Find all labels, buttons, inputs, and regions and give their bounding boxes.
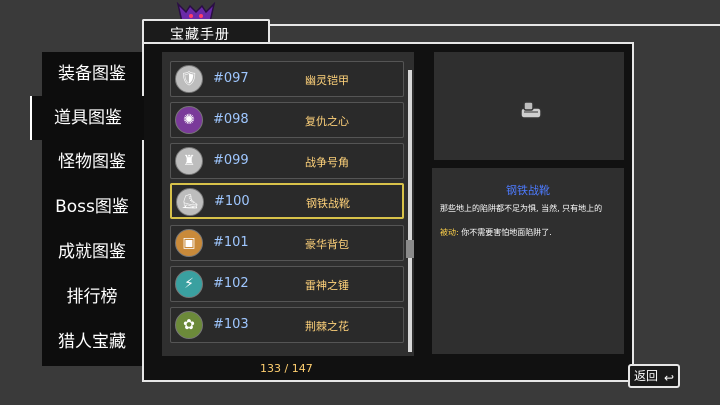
menu-item-items[interactable]: 道具图鉴 — [30, 96, 144, 140]
list-item[interactable]: ▣ #101 豪华背包 — [170, 225, 404, 261]
iron-boots-preview-icon — [520, 101, 542, 119]
list-item[interactable]: 🛡 #097 幽灵铠甲 — [170, 61, 404, 97]
item-number: #103 — [213, 317, 249, 332]
war-horn-icon: ♜ — [175, 147, 203, 175]
thor-hammer-icon: ⚡ — [175, 270, 203, 298]
item-name: 幽灵铠甲 — [305, 74, 349, 87]
return-arrow-icon: ↩ — [663, 371, 674, 385]
detail-title: 钢铁战靴 — [506, 184, 550, 197]
thorn-flower-icon: ✿ — [175, 311, 203, 339]
item-number: #102 — [213, 276, 249, 291]
ghost-armor-icon: 🛡 — [175, 65, 203, 93]
item-number: #097 — [213, 71, 249, 86]
scrollbar-thumb[interactable] — [406, 240, 414, 258]
item-number: #100 — [214, 194, 250, 209]
item-name: 雷神之锤 — [305, 279, 349, 292]
menu-item-equipment[interactable]: 装备图鉴 — [42, 52, 142, 96]
list-item[interactable]: ♜ #099 战争号角 — [170, 143, 404, 179]
item-number: #099 — [213, 153, 249, 168]
scrollbar-track[interactable] — [408, 70, 412, 352]
item-counter: 133 / 147 — [260, 362, 313, 375]
backpack-icon: ▣ — [175, 229, 203, 257]
item-name: 战争号角 — [305, 156, 349, 169]
item-description-panel: 钢铁战靴 那些地上的陷阱都不足为惧, 当然, 只有地上的 被动: 你不需要害怕地… — [432, 168, 624, 354]
item-name: 荆棘之花 — [305, 320, 349, 333]
list-item-selected[interactable]: ⛸ #100 钢铁战靴 — [170, 183, 404, 219]
iron-boots-icon: ⛸ — [176, 188, 204, 216]
passive-text: 你不需要害怕地面陷阱了. — [458, 228, 552, 237]
item-number: #098 — [213, 112, 249, 127]
list-item[interactable]: ✺ #098 复仇之心 — [170, 102, 404, 138]
list-item[interactable]: ⚡ #102 雷神之锤 — [170, 266, 404, 302]
menu-item-achievements[interactable]: 成就图鉴 — [42, 230, 142, 274]
frame-top-rule — [270, 24, 720, 26]
list-item[interactable]: ✿ #103 荆棘之花 — [170, 307, 404, 343]
detail-passive: 被动: 你不需要害怕地面陷阱了. — [440, 227, 618, 238]
menu-item-boss[interactable]: Boss图鉴 — [42, 185, 142, 229]
item-name: 豪华背包 — [305, 238, 349, 251]
vengeance-heart-icon: ✺ — [175, 106, 203, 134]
menu-item-leaderboard[interactable]: 排行榜 — [42, 275, 142, 319]
back-button[interactable]: 返回 ↩ — [628, 364, 680, 388]
menu-item-monsters[interactable]: 怪物图鉴 — [42, 140, 142, 184]
item-name: 复仇之心 — [305, 115, 349, 128]
item-name: 钢铁战靴 — [306, 197, 350, 210]
detail-text: 那些地上的陷阱都不足为惧, 当然, 只有地上的 — [440, 204, 603, 213]
menu-item-hunter-treasure[interactable]: 猎人宝藏 — [42, 320, 142, 364]
back-button-label: 返回 — [634, 369, 659, 383]
item-number: #101 — [213, 235, 249, 250]
page-title: 宝藏手册 — [170, 27, 230, 43]
side-menu: 装备图鉴 道具图鉴 怪物图鉴 Boss图鉴 成就图鉴 排行榜 猎人宝藏 — [30, 52, 144, 366]
passive-label: 被动: — [440, 228, 459, 237]
